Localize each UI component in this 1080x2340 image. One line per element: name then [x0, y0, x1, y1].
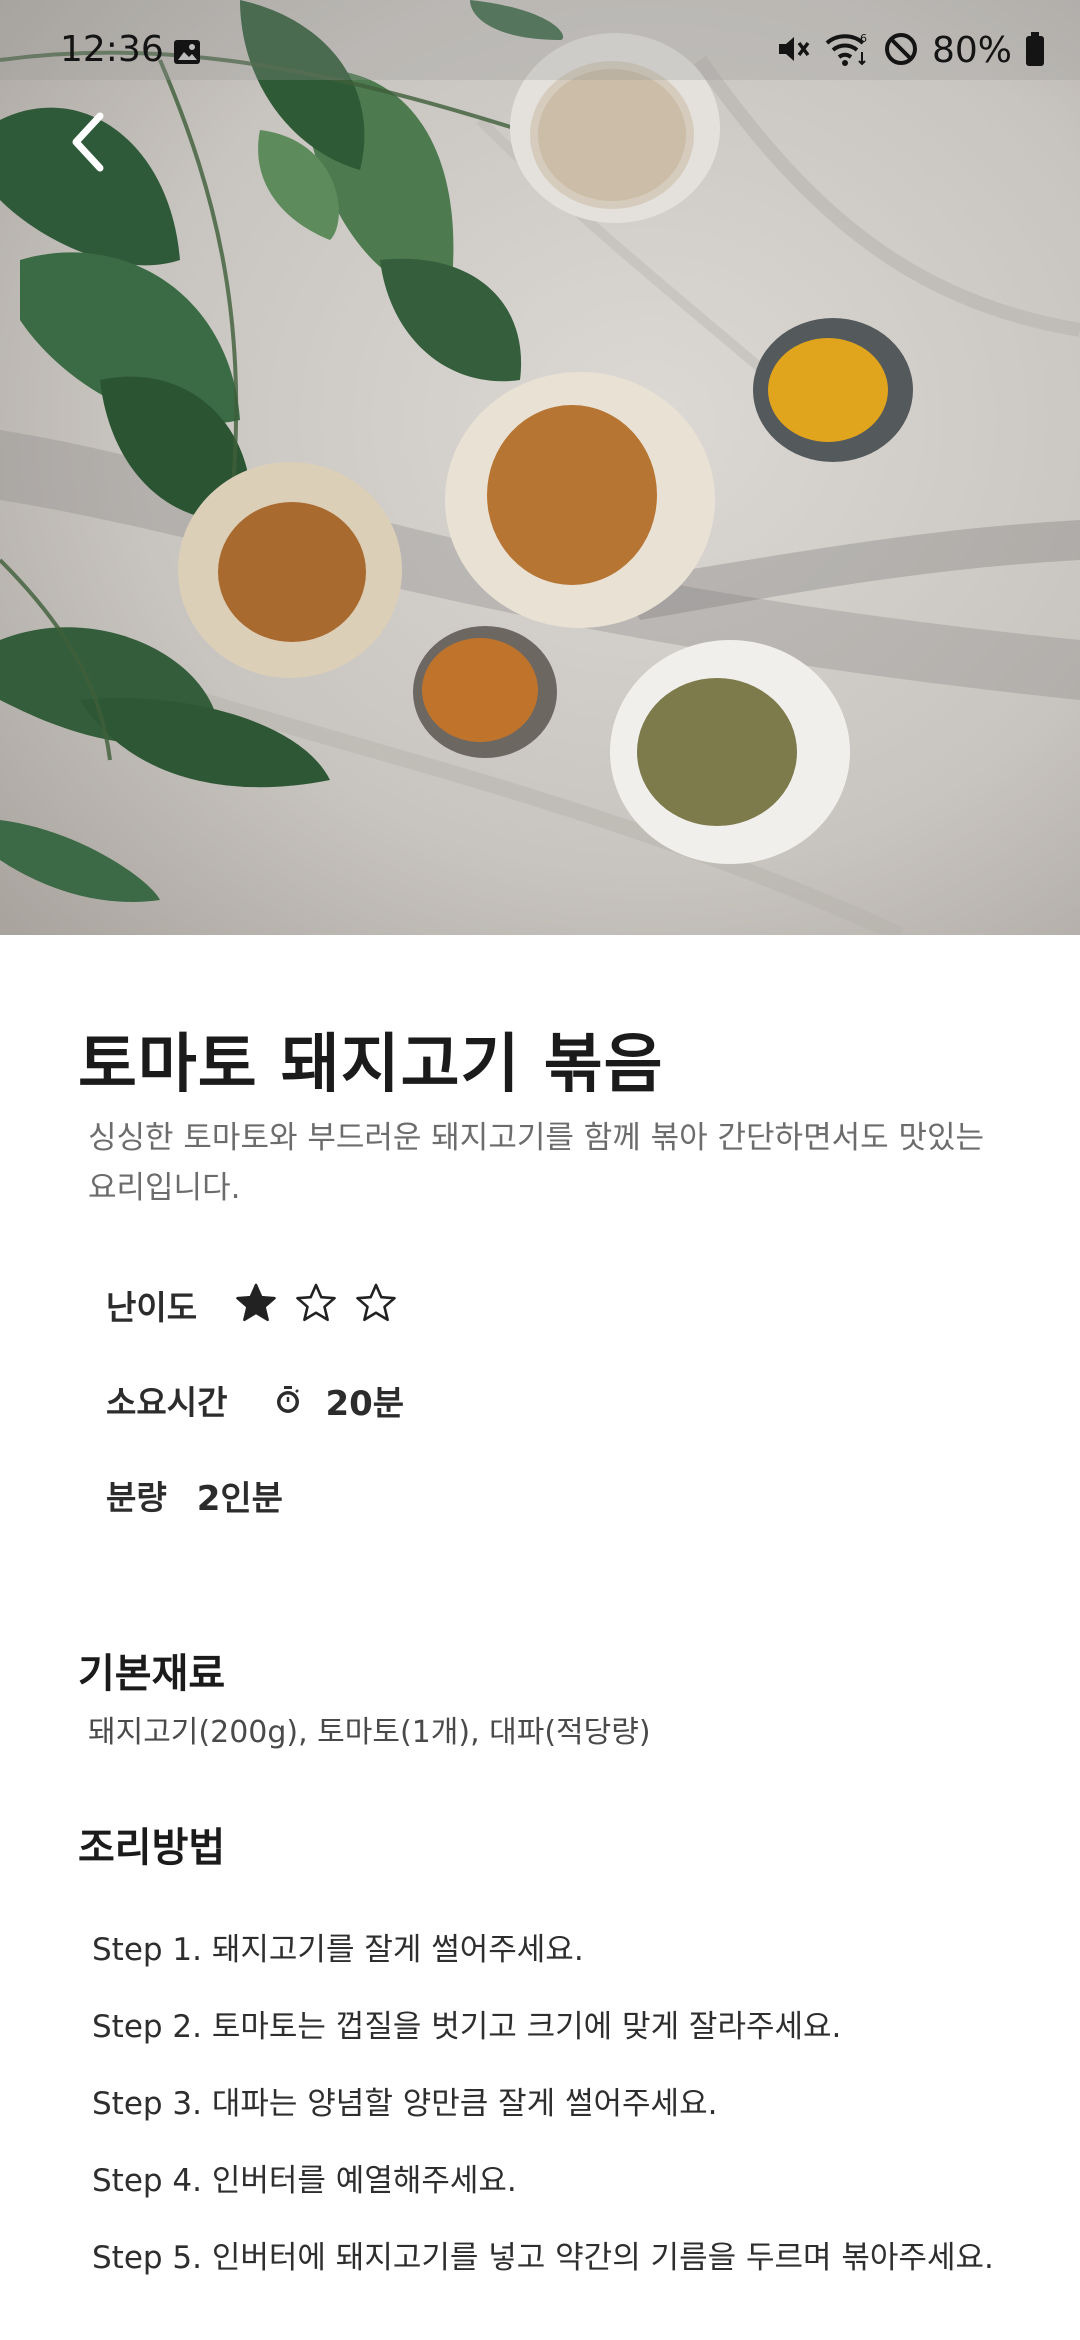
status-bar: 12:36 6 80%	[0, 0, 1080, 80]
step-5: Step 5. 인버터에 돼지고기를 넣고 약간의 기름을 두르며 볶아주세요.	[92, 2240, 994, 2276]
difficulty-row: 난이도	[106, 1280, 397, 1330]
gallery-icon	[172, 38, 202, 70]
ingredients-text: 돼지고기(200g), 토마토(1개), 대파(적당량)	[88, 1715, 651, 1750]
serving-value: 2인분	[196, 1478, 283, 1519]
serving-row: 분량 2인분	[106, 1470, 283, 1520]
wifi-icon: 6	[824, 30, 870, 72]
ingredients-title: 기본재료	[78, 1651, 226, 1697]
serving-label: 분량	[106, 1478, 167, 1517]
status-icons: 6 80%	[774, 26, 1046, 76]
method-steps: Step 1. 돼지고기를 잘게 썰어주세요. Step 2. 토마토는 껍질을…	[92, 1925, 1012, 2310]
svg-text:6: 6	[860, 32, 867, 45]
star-outline-icon	[295, 1282, 337, 1328]
battery-percent: 80%	[931, 30, 1012, 71]
time-row: 소요시간 20분	[106, 1375, 404, 1425]
recipe-hero-image	[0, 0, 1080, 935]
difficulty-rating	[235, 1282, 397, 1328]
back-button[interactable]	[56, 108, 120, 180]
step-1: Step 1. 돼지고기를 잘게 썰어주세요.	[92, 1932, 584, 1968]
time-label: 소요시간	[106, 1383, 228, 1422]
recipe-detail-screen: 12:36 6 80% 토마토 돼지고기 볶음 싱싱한 토마토와 부드러운 돼지…	[0, 0, 1080, 2340]
recipe-title: 토마토 돼지고기 볶음	[78, 1028, 664, 1102]
chevron-left-icon	[68, 112, 108, 176]
star-outline-icon	[355, 1282, 397, 1328]
time-value: 20분	[325, 1383, 405, 1424]
step-4: Step 4. 인버터를 예열해주세요.	[92, 2163, 517, 2199]
method-title: 조리방법	[78, 1825, 226, 1871]
battery-icon	[1024, 30, 1046, 72]
do-not-disturb-icon	[882, 30, 920, 72]
status-time: 12:36	[60, 29, 164, 70]
recipe-description: 싱싱한 토마토와 부드러운 돼지고기를 함께 볶아 간단하면서도 맛있는 요리입…	[88, 1120, 985, 1206]
difficulty-label: 난이도	[106, 1288, 198, 1327]
recipe-content: 토마토 돼지고기 볶음 싱싱한 토마토와 부드러운 돼지고기를 함께 볶아 간단…	[0, 935, 1080, 2340]
stopwatch-icon	[273, 1385, 303, 1415]
step-3: Step 3. 대파는 양념할 양만큼 잘게 썰어주세요.	[92, 2086, 718, 2122]
mute-icon	[774, 30, 812, 72]
step-2: Step 2. 토마토는 껍질을 벗기고 크기에 맞게 잘라주세요.	[92, 2009, 842, 2045]
star-filled-icon	[235, 1282, 277, 1328]
